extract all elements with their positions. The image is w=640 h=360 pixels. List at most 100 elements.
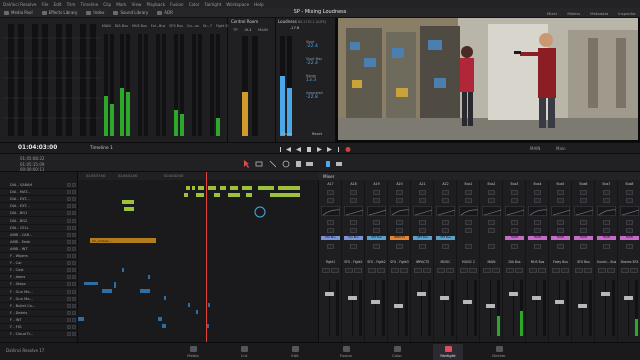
track-buttons[interactable] (67, 197, 76, 202)
mixer-strip[interactable]: A17 DIA Bus Fight1 (319, 180, 342, 342)
mute-button[interactable] (67, 225, 71, 230)
track-buttons[interactable] (67, 232, 76, 237)
solo-button[interactable] (72, 332, 76, 337)
menu-item[interactable]: Clip (103, 2, 111, 7)
dynamics-slot[interactable] (419, 220, 426, 225)
eq-graph[interactable] (528, 206, 548, 216)
timeline-area[interactable]: CC_Ambien... (78, 172, 318, 342)
send-slot[interactable] (373, 244, 380, 249)
pan-control[interactable] (396, 228, 403, 233)
track-buttons[interactable] (67, 275, 76, 280)
bus-assign[interactable]: MAIN (528, 236, 547, 240)
page-tab-fusion[interactable]: Fusion (331, 344, 361, 360)
strip-input[interactable]: Bus1 (457, 182, 480, 186)
mute-button[interactable] (67, 246, 71, 251)
solo-button[interactable] (607, 268, 615, 273)
bus-assign[interactable]: DIA Bus (321, 236, 340, 240)
mute-button[interactable] (67, 282, 71, 287)
dynamics-slot[interactable] (557, 220, 564, 225)
pan-control[interactable] (488, 228, 495, 233)
track-buttons[interactable] (67, 282, 76, 287)
solo-button[interactable] (561, 268, 569, 273)
track-header[interactable]: F - Cloud Fi... (0, 331, 78, 339)
mute-button[interactable] (67, 268, 71, 273)
mute-button[interactable] (345, 268, 353, 273)
fader-knob[interactable] (601, 292, 610, 296)
strip-input[interactable]: A19 (365, 182, 388, 186)
track-buttons[interactable] (67, 183, 76, 187)
solo-button[interactable] (72, 275, 76, 280)
pan-control[interactable] (534, 228, 541, 233)
mute-button[interactable] (67, 261, 71, 266)
track-buttons[interactable] (67, 289, 76, 294)
dynamics-slot[interactable] (511, 220, 518, 225)
dynamics-slot[interactable] (442, 220, 449, 225)
input-selector[interactable] (488, 190, 495, 195)
toolbar-button[interactable]: Index (86, 10, 104, 15)
mixer-strip[interactable]: A19 SFX Bus SFX - Fight2 (365, 180, 388, 342)
strip-input[interactable]: A21 (411, 182, 434, 186)
toolbar-button[interactable]: Sound Library (113, 10, 148, 15)
strip-input[interactable]: Bus2 (480, 182, 503, 186)
pan-control[interactable] (465, 228, 472, 233)
menu-item[interactable]: Mark (116, 2, 126, 7)
pan-control[interactable] (603, 228, 610, 233)
eq-graph[interactable] (321, 206, 341, 216)
track-buttons[interactable] (67, 204, 76, 209)
send-slot[interactable] (396, 244, 403, 249)
send-slot[interactable] (534, 244, 541, 249)
eq-graph[interactable] (367, 206, 387, 216)
fader-knob[interactable] (578, 304, 587, 308)
fader-track[interactable] (398, 280, 399, 336)
mixer-strip[interactable]: A18 DIA Bus SFX - Fight1 (342, 180, 365, 342)
send-slot[interactable] (557, 244, 564, 249)
input-selector[interactable] (534, 190, 541, 195)
effects-slot[interactable] (603, 198, 610, 203)
mute-button[interactable] (483, 268, 491, 273)
fader-knob[interactable] (532, 296, 541, 300)
page-tab-deliver[interactable]: Deliver (484, 344, 514, 360)
effects-slot[interactable] (373, 198, 380, 203)
input-selector[interactable] (327, 190, 334, 195)
eq-graph[interactable] (390, 206, 410, 216)
mute-button[interactable] (391, 268, 399, 273)
pan-control[interactable] (580, 228, 587, 233)
send-slot[interactable] (488, 244, 495, 249)
mute-button[interactable] (460, 268, 468, 273)
track-header[interactable]: DIA - CELL (0, 225, 78, 232)
track-header[interactable]: F - Cast (0, 267, 78, 275)
viewer-timecode-label[interactable]: MAIN (530, 146, 540, 151)
bus-assign[interactable]: SFX Bus (413, 236, 432, 240)
eq-graph[interactable] (482, 206, 502, 216)
page-tab-edit[interactable]: Edit (280, 344, 310, 360)
toolbar-right-button[interactable]: Meters (567, 11, 580, 16)
mute-button[interactable] (67, 204, 71, 209)
fader-track[interactable] (513, 280, 514, 336)
solo-button[interactable] (72, 197, 76, 202)
eq-graph[interactable] (505, 206, 525, 216)
solo-button[interactable] (72, 183, 76, 187)
effects-slot[interactable] (557, 198, 564, 203)
effects-slot[interactable] (442, 198, 449, 203)
effects-slot[interactable] (396, 198, 403, 203)
dynamics-slot[interactable] (396, 220, 403, 225)
input-selector[interactable] (442, 190, 449, 195)
fader-track[interactable] (467, 280, 468, 336)
track-buttons[interactable] (67, 225, 76, 230)
track-buttons[interactable] (67, 261, 76, 266)
bus-assign[interactable]: SFX Bus (367, 236, 386, 240)
strip-input[interactable]: Bus3 (503, 182, 526, 186)
page-tab-media[interactable]: Media (178, 344, 208, 360)
track-header[interactable]: F - Gun Mo... (0, 296, 78, 303)
mute-button[interactable] (67, 239, 71, 244)
input-selector[interactable] (511, 190, 518, 195)
fader-knob[interactable] (486, 304, 495, 308)
toolbar-button[interactable]: Media Pool (4, 10, 33, 15)
fader-track[interactable] (421, 280, 422, 336)
mute-button[interactable] (67, 211, 71, 216)
edit-tools[interactable] (240, 159, 360, 169)
mute-button[interactable] (67, 183, 71, 187)
track-header[interactable]: DIA - MAT... (0, 189, 78, 197)
solo-button[interactable] (72, 261, 76, 266)
send-slot[interactable] (327, 244, 334, 249)
